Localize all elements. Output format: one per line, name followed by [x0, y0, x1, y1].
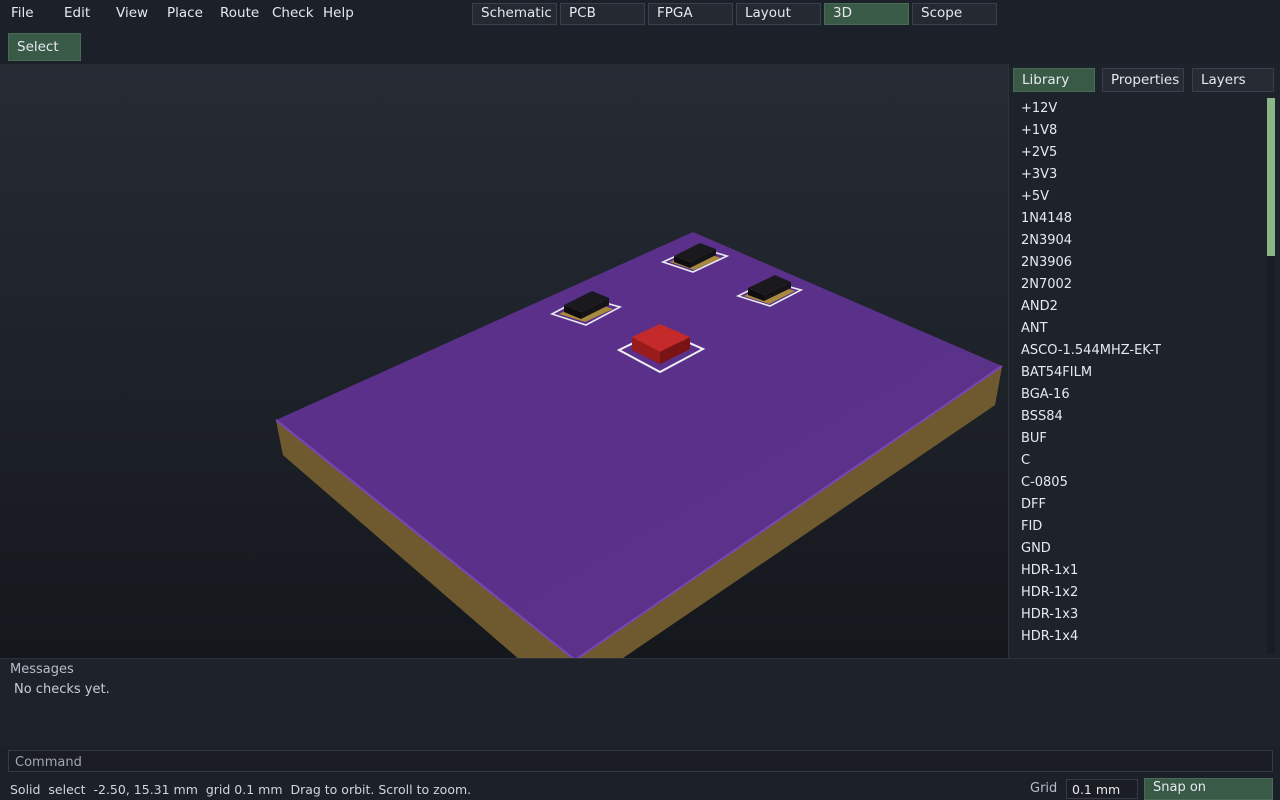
library-item[interactable]: BAT54FILM	[1009, 362, 1267, 384]
select-tool-button[interactable]: Select	[8, 33, 81, 61]
messages-panel: Messages No checks yet.	[0, 658, 1280, 746]
tab-library[interactable]: Library	[1013, 68, 1095, 92]
tab-fpga[interactable]: FPGA	[648, 3, 733, 25]
tab-3d[interactable]: 3D	[824, 3, 909, 25]
status-bar: Solid select -2.50, 15.31 mm grid 0.1 mm…	[0, 776, 1280, 800]
library-item[interactable]: 2N7002	[1009, 274, 1267, 296]
library-item[interactable]: HDR-1x2	[1009, 582, 1267, 604]
library-item[interactable]: BGA-16	[1009, 384, 1267, 406]
library-item[interactable]: 2N3904	[1009, 230, 1267, 252]
library-item[interactable]: HDR-1x1	[1009, 560, 1267, 582]
library-item[interactable]: +2V5	[1009, 142, 1267, 164]
library-list[interactable]: +12V +1V8 +2V5 +3V3 +5V 1N4148 2N3904 2N3906 2N7…	[1009, 98, 1267, 658]
messages-title: Messages	[10, 662, 74, 677]
library-item[interactable]: 1N4148	[1009, 208, 1267, 230]
snap-toggle-button[interactable]: Snap on	[1144, 778, 1273, 800]
tab-scope[interactable]: Scope	[912, 3, 997, 25]
scrollbar-thumb[interactable]	[1267, 98, 1275, 256]
library-item[interactable]: ASCO-1.544MHZ-EK-T	[1009, 340, 1267, 362]
library-item[interactable]: +5V	[1009, 186, 1267, 208]
menu-help[interactable]: Help	[323, 5, 354, 21]
status-text: Solid select -2.50, 15.31 mm grid 0.1 mm…	[10, 782, 472, 797]
pcb-3d-render	[275, 232, 1003, 658]
library-item[interactable]: 2N3906	[1009, 252, 1267, 274]
3d-viewport[interactable]	[0, 64, 1008, 658]
grid-input[interactable]	[1066, 779, 1138, 799]
menu-bar: File Edit View Place Route Check Help Sc…	[0, 0, 1280, 28]
library-scrollbar[interactable]	[1267, 98, 1275, 654]
menu-view[interactable]: View	[116, 5, 148, 21]
library-item[interactable]: AND2	[1009, 296, 1267, 318]
menu-check[interactable]: Check	[272, 5, 314, 21]
menu-place[interactable]: Place	[167, 5, 203, 21]
tab-pcb[interactable]: PCB	[560, 3, 645, 25]
library-item[interactable]: DFF	[1009, 494, 1267, 516]
library-item[interactable]: BSS84	[1009, 406, 1267, 428]
command-input[interactable]	[8, 750, 1273, 772]
menu-route[interactable]: Route	[220, 5, 259, 21]
menu-file[interactable]: File	[11, 5, 34, 21]
library-item[interactable]: HDR-1x3	[1009, 604, 1267, 626]
grid-label: Grid	[1030, 781, 1058, 796]
tab-layout[interactable]: Layout	[736, 3, 821, 25]
library-item[interactable]: GND	[1009, 538, 1267, 560]
library-item[interactable]: ANT	[1009, 318, 1267, 340]
library-item[interactable]: +3V3	[1009, 164, 1267, 186]
library-item[interactable]: C-0805	[1009, 472, 1267, 494]
side-panel: Library Properties Layers +12V +1V8 +2V5 +3…	[1008, 64, 1280, 658]
menu-edit[interactable]: Edit	[64, 5, 90, 21]
library-item[interactable]: C	[1009, 450, 1267, 472]
library-item[interactable]: HDR-1x4	[1009, 626, 1267, 648]
messages-body: No checks yet.	[14, 682, 110, 697]
library-item[interactable]: +12V	[1009, 98, 1267, 120]
tool-row	[0, 28, 1280, 64]
library-item[interactable]: FID	[1009, 516, 1267, 538]
tab-layers[interactable]: Layers	[1192, 68, 1274, 92]
library-item[interactable]: BUF	[1009, 428, 1267, 450]
library-item[interactable]: +1V8	[1009, 120, 1267, 142]
tab-properties[interactable]: Properties	[1102, 68, 1184, 92]
tab-schematic[interactable]: Schematic	[472, 3, 557, 25]
